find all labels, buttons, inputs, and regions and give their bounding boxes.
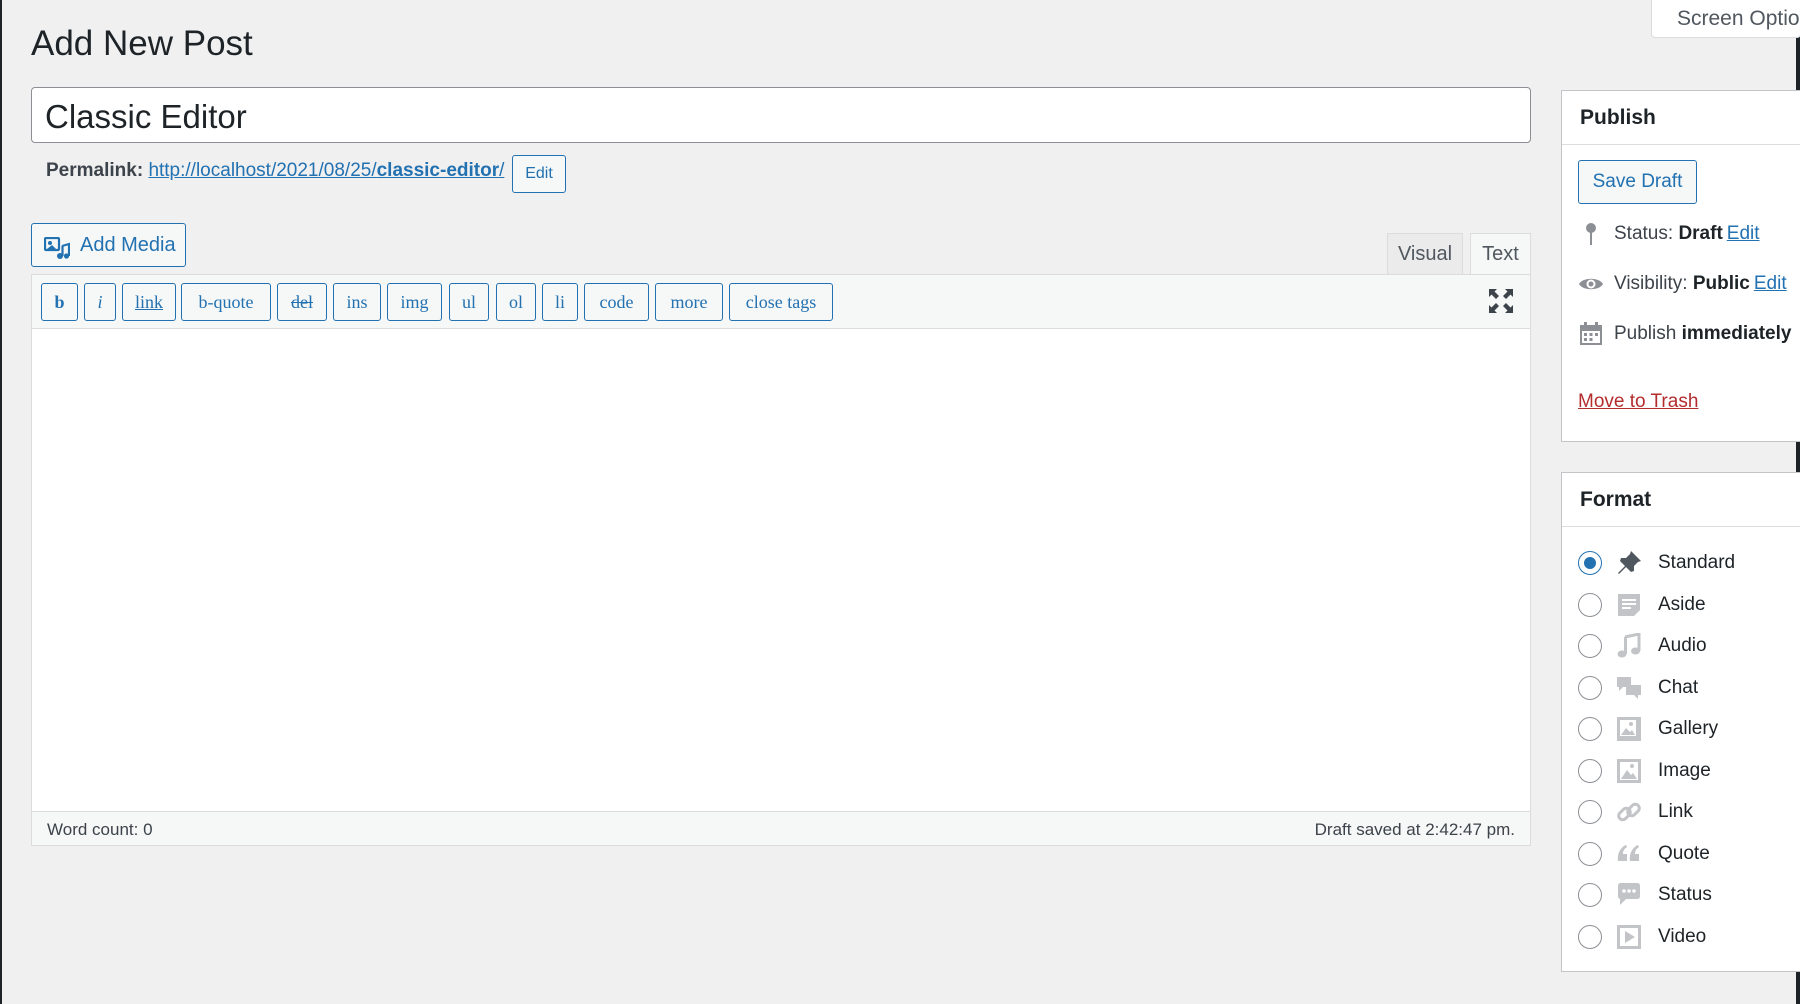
visibility-row: Visibility: Public Edit (1578, 271, 1787, 297)
qt-more-button[interactable]: more (655, 283, 723, 321)
format-radio-audio[interactable] (1578, 634, 1602, 658)
permalink-link[interactable]: http://localhost/2021/08/25/classic-edit… (148, 160, 504, 181)
qt-blockquote-button[interactable]: b-quote (181, 283, 271, 321)
format-option-gallery[interactable]: Gallery (1578, 714, 1798, 744)
format-radio-gallery[interactable] (1578, 717, 1602, 741)
move-to-trash-link[interactable]: Move to Trash (1578, 391, 1698, 413)
visibility-edit-link[interactable]: Edit (1754, 273, 1787, 294)
permalink-slash: / (499, 160, 505, 181)
video-icon (1616, 924, 1642, 950)
gallery-icon (1616, 716, 1642, 742)
image-icon (1616, 758, 1642, 784)
format-radio-status[interactable] (1578, 883, 1602, 907)
format-option-link[interactable]: Link (1578, 797, 1798, 827)
qt-img-button[interactable]: img (387, 283, 442, 321)
publish-label: Publish (1614, 323, 1677, 345)
format-label-standard: Standard (1658, 552, 1736, 573)
status-label: Status: (1614, 223, 1674, 245)
visibility-label: Visibility: (1614, 273, 1688, 295)
add-media-button[interactable]: Add Media (31, 223, 186, 267)
format-label-aside: Aside (1658, 594, 1706, 615)
status-bubble-icon (1616, 882, 1642, 908)
format-label-image: Image (1658, 760, 1711, 781)
qt-del-button[interactable]: del (277, 283, 327, 321)
format-radio-video[interactable] (1578, 925, 1602, 949)
publish-box: Publish Save Draft Status: Draft Edit Vis… (1561, 90, 1800, 442)
qt-ol-button[interactable]: ol (496, 283, 536, 321)
qt-close-tags-button[interactable]: close tags (729, 283, 833, 321)
format-label-chat: Chat (1658, 677, 1699, 698)
pushpin-icon (1616, 550, 1642, 576)
media-icon (43, 234, 71, 259)
editor-status-bar: Word count: 0 Draft saved at 2:42:47 pm. (32, 811, 1530, 845)
format-option-video[interactable]: Video (1578, 922, 1798, 952)
music-note-icon (1616, 632, 1642, 659)
qt-bold-button[interactable]: b (41, 283, 78, 321)
format-radio-quote[interactable] (1578, 842, 1602, 866)
status-row: Status: Draft Edit (1578, 221, 1760, 247)
format-label-status: Status (1658, 884, 1712, 905)
post-title-input[interactable]: Classic Editor (31, 87, 1531, 143)
format-label-gallery: Gallery (1658, 718, 1719, 739)
qt-li-button[interactable]: li (542, 283, 578, 321)
format-label-audio: Audio (1658, 635, 1707, 656)
draft-saved-status: Draft saved at 2:42:47 pm. (1314, 820, 1515, 839)
page-title: Add New Post (31, 24, 253, 63)
publish-value: immediately (1681, 323, 1792, 345)
format-option-audio[interactable]: Audio (1578, 631, 1798, 661)
eye-icon (1578, 271, 1604, 297)
format-radio-standard[interactable] (1578, 551, 1602, 575)
permalink-slug: classic-editor (376, 160, 500, 181)
save-draft-button[interactable]: Save Draft (1578, 160, 1697, 204)
permalink-base: http://localhost/2021/08/25/ (148, 160, 377, 181)
fullscreen-icon[interactable] (1487, 287, 1515, 315)
post-content-textarea[interactable] (32, 330, 1530, 811)
qt-link-button[interactable]: link (122, 283, 176, 321)
calendar-icon (1578, 321, 1604, 347)
aside-icon (1616, 592, 1642, 618)
format-option-status[interactable]: Status (1578, 880, 1798, 910)
format-box-title: Format (1562, 473, 1800, 527)
editor-container: b i link b-quote del ins img ul ol li co… (31, 274, 1531, 846)
quicktags-toolbar: b i link b-quote del ins img ul ol li co… (32, 275, 1530, 329)
screen-options-button[interactable]: Screen Options (1651, 0, 1800, 38)
qt-ins-button[interactable]: ins (333, 283, 381, 321)
format-label-link: Link (1658, 801, 1693, 822)
pin-icon (1578, 221, 1604, 247)
add-media-label: Add Media (80, 234, 176, 256)
qt-italic-button[interactable]: i (84, 283, 116, 321)
tab-text[interactable]: Text (1470, 233, 1531, 275)
format-radio-chat[interactable] (1578, 676, 1602, 700)
format-option-aside[interactable]: Aside (1578, 590, 1798, 620)
chain-link-icon (1616, 799, 1642, 825)
status-edit-link[interactable]: Edit (1727, 223, 1760, 244)
format-radio-aside[interactable] (1578, 593, 1602, 617)
chat-bubbles-icon (1616, 675, 1642, 701)
format-option-quote[interactable]: Quote (1578, 839, 1798, 869)
format-label-quote: Quote (1658, 843, 1710, 864)
status-value: Draft (1678, 223, 1723, 245)
publish-schedule-row: Publish immediately (1578, 321, 1791, 347)
window-left-border (0, 0, 2, 1004)
qt-code-button[interactable]: code (584, 283, 649, 321)
tab-visual[interactable]: Visual (1387, 233, 1463, 275)
format-radio-image[interactable] (1578, 759, 1602, 783)
format-box: Format Standard Aside Audio Chat Gallery… (1561, 472, 1800, 972)
quote-icon (1616, 841, 1642, 867)
edit-permalink-button[interactable]: Edit (512, 155, 566, 193)
word-count: Word count: 0 (47, 820, 153, 839)
permalink-label: Permalink: (46, 160, 144, 181)
visibility-value: Public (1692, 273, 1750, 295)
qt-ul-button[interactable]: ul (449, 283, 489, 321)
format-option-image[interactable]: Image (1578, 756, 1798, 786)
format-option-standard[interactable]: Standard (1578, 548, 1798, 578)
permalink-row: Permalink: http://localhost/2021/08/25/c… (46, 160, 504, 182)
format-option-chat[interactable]: Chat (1578, 673, 1798, 703)
format-label-video: Video (1658, 926, 1707, 947)
publish-box-title: Publish (1562, 91, 1800, 145)
format-radio-link[interactable] (1578, 800, 1602, 824)
